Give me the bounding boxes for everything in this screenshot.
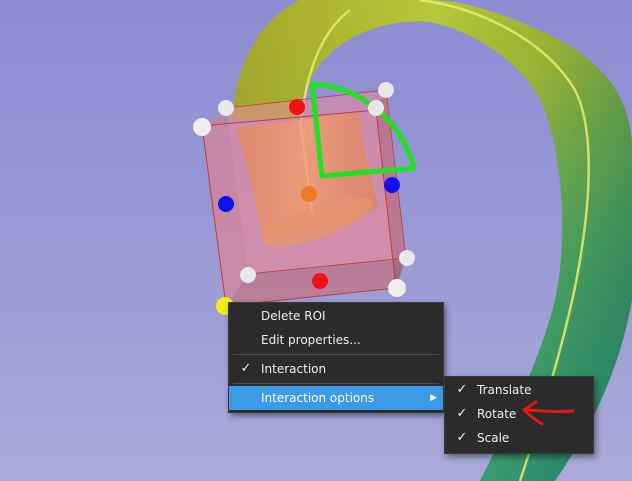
check-icon: ✓ [456,382,468,397]
roi-face-handle-red[interactable] [312,273,328,289]
roi-corner-handle[interactable] [240,267,256,283]
menu-item-label: Translate [477,383,532,397]
check-icon: ✓ [240,361,252,376]
menu-item-label: Rotate [477,407,517,421]
interaction-options-submenu: ✓ Translate ✓ Rotate ✓ Scale [444,376,594,454]
submenu-item-scale[interactable]: ✓ Scale [445,426,593,450]
menu-item-interaction-options[interactable]: Interaction options ▶ [229,386,443,410]
roi-corner-handle[interactable] [193,118,211,136]
submenu-item-rotate[interactable]: ✓ Rotate [445,402,593,426]
roi-corner-handle[interactable] [388,279,406,297]
check-icon: ✓ [456,430,468,445]
roi-corner-handle[interactable] [399,250,415,266]
menu-item-label: Delete ROI [261,309,326,323]
menu-item-interaction[interactable]: ✓ Interaction [229,357,443,381]
menu-item-label: Scale [477,431,510,445]
roi-corner-handle[interactable] [378,82,394,98]
menu-separator [233,383,439,384]
menu-item-label: Interaction [261,362,327,376]
roi-face-handle-red[interactable] [289,99,305,115]
menu-item-label: Edit properties... [261,333,361,347]
menu-item-edit-properties[interactable]: Edit properties... [229,328,443,352]
roi-face-handle-blue[interactable] [384,177,400,193]
menu-item-label: Interaction options [261,391,375,405]
roi-face-handle-blue[interactable] [218,196,234,212]
3d-viewport[interactable]: Delete ROI Edit properties... ✓ Interact… [0,0,632,481]
menu-separator [233,354,439,355]
submenu-arrow-icon: ▶ [430,393,437,403]
roi-corner-handle[interactable] [368,100,384,116]
roi-center-handle[interactable] [301,186,317,202]
menu-item-delete-roi[interactable]: Delete ROI [229,304,443,328]
roi-context-menu: Delete ROI Edit properties... ✓ Interact… [228,302,444,413]
roi-corner-handle[interactable] [218,100,234,116]
check-icon: ✓ [456,406,468,421]
submenu-item-translate[interactable]: ✓ Translate [445,378,593,402]
